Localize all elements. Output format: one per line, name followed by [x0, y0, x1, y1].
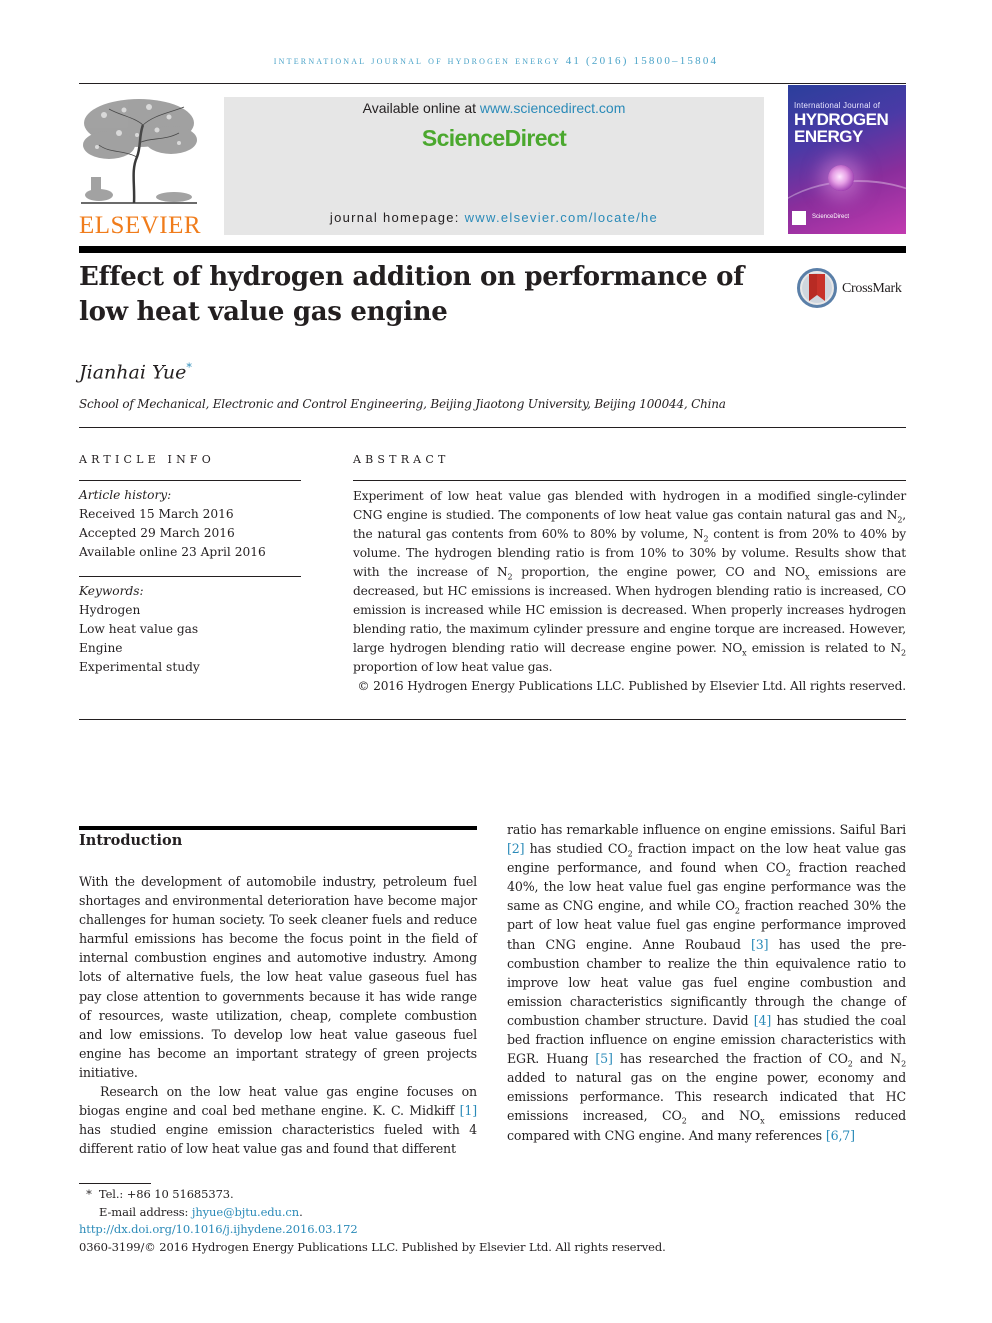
crossmark-icon	[797, 268, 837, 308]
footnote-email: E-mail address: jhyue@bjtu.edu.cn.	[79, 1204, 666, 1222]
body-text-segment: has studied CO	[524, 841, 628, 857]
sciencedirect-link[interactable]: www.sciencedirect.com	[480, 100, 626, 116]
abstract-rule	[353, 480, 906, 481]
cover-publisher-badge-icon	[792, 211, 806, 225]
body-text-segment: ratio has remarkable influence on engine…	[507, 822, 906, 837]
affiliation-rule	[79, 427, 906, 428]
body-text-segment: has studied engine emission characterist…	[79, 1122, 477, 1157]
keyword-item: Engine	[79, 641, 123, 655]
abstract-heading: ABSTRACT	[353, 453, 450, 466]
intro-paragraph-2-start: Research on the low heat value gas engin…	[79, 1082, 477, 1158]
cover-footer-text: ScienceDirect	[812, 214, 850, 220]
elsevier-tree-icon	[81, 99, 197, 204]
keywords: Keywords: Hydrogen Low heat value gas En…	[79, 582, 200, 677]
header-thick-rule	[79, 246, 906, 253]
email-link[interactable]: jhyue@bjtu.edu.cn	[192, 1205, 299, 1219]
footnote-rule	[79, 1183, 151, 1184]
email-suffix: .	[299, 1204, 303, 1219]
citation-link[interactable]: [1]	[460, 1103, 478, 1118]
author-line: Jianhai Yue*	[79, 361, 192, 383]
citation-link[interactable]: [5]	[595, 1051, 613, 1066]
abstract-paragraph: Experiment of low heat value gas blended…	[353, 487, 906, 677]
subscript: 2	[901, 648, 906, 658]
journal-homepage-line: journal homepage: www.elsevier.com/locat…	[224, 210, 764, 225]
subscript: 2	[901, 1059, 907, 1069]
body-column-right: ratio has remarkable influence on engine…	[507, 820, 906, 1145]
keyword-item: Low heat value gas	[79, 622, 199, 636]
footnote-issn: 0360-3199/© 2016 Hydrogen Energy Publica…	[79, 1239, 666, 1254]
cover-small-title: International Journal of	[794, 101, 881, 110]
citation-link[interactable]: [4]	[754, 1013, 772, 1028]
article-history: Article history: Received 15 March 2016 …	[79, 486, 266, 562]
history-accepted: Accepted 29 March 2016	[79, 526, 235, 540]
introduction-heading: Introduction	[79, 832, 183, 849]
available-online-line: Available online at www.sciencedirect.co…	[224, 100, 764, 116]
citation-link[interactable]: [2]	[507, 841, 525, 856]
abstract-text-segment: proportion, the engine power, CO and NO	[512, 565, 805, 579]
footnote-marker: *	[86, 1187, 92, 1201]
article-info-heading: ARTICLE INFO	[79, 453, 215, 466]
elsevier-wordmark: ELSEVIER	[79, 212, 202, 239]
elsevier-logo[interactable]: ELSEVIER	[79, 95, 202, 239]
history-available-online: Available online 23 April 2016	[79, 545, 266, 559]
sciencedirect-banner: Available online at www.sciencedirect.co…	[224, 97, 764, 235]
body-text-segment: has researched the fraction of CO	[612, 1051, 848, 1067]
email-label: E-mail address:	[99, 1204, 192, 1219]
keywords-label: Keywords:	[79, 584, 144, 598]
cover-orb-icon	[828, 165, 854, 191]
article-title: Effect of hydrogen addition on performan…	[79, 262, 745, 327]
doi-link[interactable]: http://dx.doi.org/10.1016/j.ijhydene.201…	[79, 1222, 358, 1236]
article-info-rule-top	[79, 480, 301, 481]
running-header: International Journal of Hydrogen Energy…	[273, 55, 719, 67]
homepage-prefix: journal homepage:	[329, 210, 465, 225]
intro-paragraph-1: With the development of automobile indus…	[79, 874, 477, 1080]
body-text-segment: and NO	[686, 1108, 761, 1124]
available-online-prefix: Available online at	[362, 100, 480, 116]
footnotes: * Tel.: +86 10 51685373. E-mail address:…	[79, 1186, 666, 1256]
crossmark-label: CrossMark	[842, 281, 902, 296]
abstract-copyright: © 2016 Hydrogen Energy Publications LLC.…	[357, 679, 906, 693]
article-info-rule-mid	[79, 576, 301, 577]
abstract-text-segment: proportion of low heat value gas.	[353, 660, 553, 674]
abstract-text-segment: Experiment of low heat value gas blended…	[353, 489, 906, 522]
keyword-item: Experimental study	[79, 660, 200, 674]
article-history-label: Article history:	[79, 488, 172, 502]
author-name: Jianhai Yue	[79, 361, 187, 384]
citation-link[interactable]: [3]	[751, 937, 769, 952]
footnote-tel: * Tel.: +86 10 51685373.	[79, 1186, 666, 1204]
body-text-segment: Research on the low heat value gas engin…	[79, 1084, 477, 1119]
header-top-rule	[79, 83, 906, 84]
history-received: Received 15 March 2016	[79, 507, 234, 521]
body-text-segment: and N	[852, 1051, 902, 1067]
keyword-item: Hydrogen	[79, 603, 141, 617]
cover-big-title: HYDROGEN ENERGY	[794, 110, 889, 146]
abstract-body: Experiment of low heat value gas blended…	[353, 487, 906, 696]
cover-title-line2: ENERGY	[794, 127, 863, 146]
body-column-left: With the development of automobile indus…	[79, 872, 477, 1158]
journal-cover-thumbnail[interactable]: International Journal of HYDROGEN ENERGY…	[788, 85, 906, 234]
journal-homepage-link[interactable]: www.elsevier.com/locate/he	[465, 210, 658, 225]
cover-title-line1: HYDROGEN	[794, 110, 889, 129]
introduction-rule	[79, 826, 477, 830]
sciencedirect-logo[interactable]: ScienceDirect	[224, 125, 764, 152]
author-footnote-marker[interactable]: *	[186, 361, 192, 374]
footnote-doi: http://dx.doi.org/10.1016/j.ijhydene.201…	[79, 1221, 666, 1239]
abstract-text-segment: emission is related to N	[746, 641, 902, 655]
crossmark-button[interactable]: CrossMark	[797, 268, 909, 310]
citation-link[interactable]: [6,7]	[826, 1128, 855, 1143]
abstract-bottom-rule	[79, 719, 906, 720]
intro-paragraph-2-continued: ratio has remarkable influence on engine…	[507, 820, 906, 1145]
footnote-tel-text: Tel.: +86 10 51685373.	[98, 1187, 234, 1201]
author-affiliation: School of Mechanical, Electronic and Con…	[79, 397, 726, 411]
